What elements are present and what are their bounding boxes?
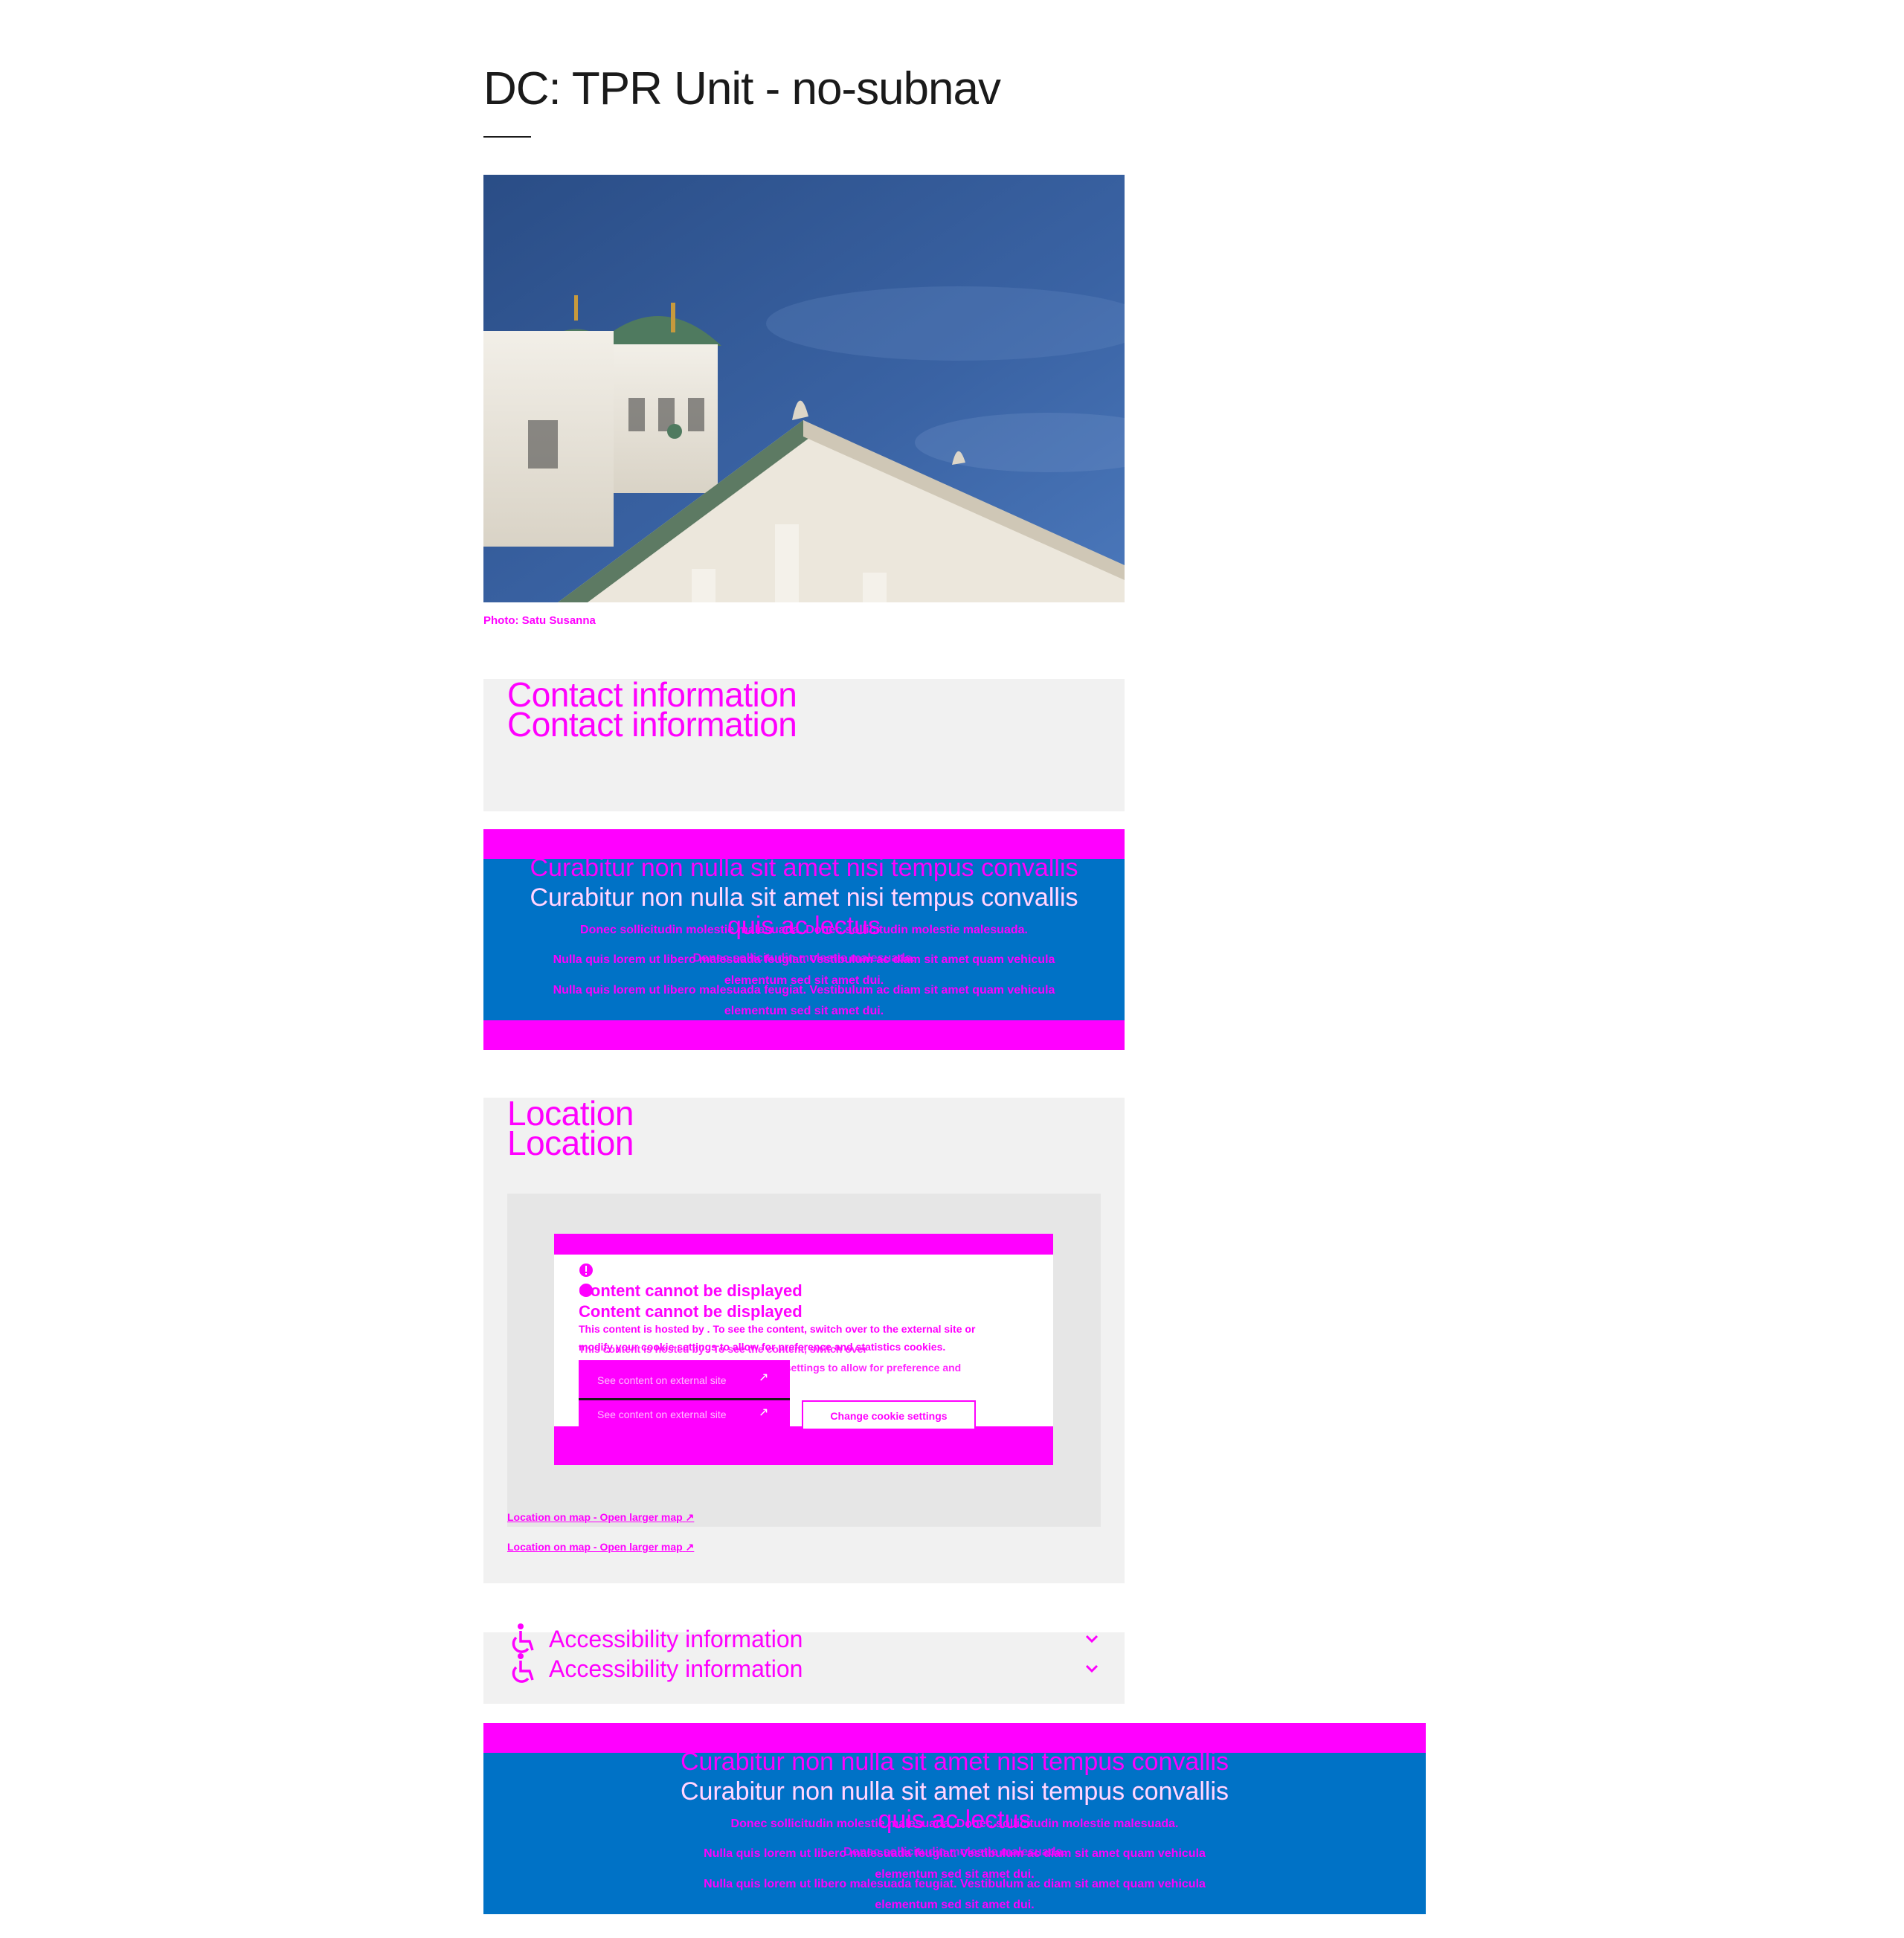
accessibility-toggle[interactable]: Accessibility information	[506, 1623, 1101, 1654]
info-banner-wide: Curabitur non nulla sit amet nisi tempus…	[483, 1723, 1426, 1914]
info-banner: Curabitur non nulla sit amet nisi tempus…	[483, 829, 1125, 1050]
contact-information-panel: Contact information Contact information	[483, 677, 1125, 811]
banner-heading: Curabitur non nulla sit amet nisi tempus…	[530, 854, 1078, 882]
cookie-consent-box: Content cannot be displayed Content cann…	[554, 1234, 1053, 1465]
consent-title-duplicate: Content cannot be displayed	[579, 1302, 803, 1321]
contact-heading-duplicate: Contact information	[507, 705, 797, 744]
banner-paragraph-1: Donec sollicitudin molestie malesuada. D…	[580, 924, 1028, 936]
external-site-button-duplicate[interactable]: See content on external site ↗	[579, 1400, 790, 1430]
external-site-button-label: See content on external site	[597, 1374, 727, 1386]
banner-overlay-short: Donec sollicitudin molestie malesuada.	[692, 952, 916, 965]
map-link[interactable]: Location on map - Open larger map ↗	[507, 1511, 694, 1524]
page-title: DC: TPR Unit - no-subnav	[483, 63, 1001, 115]
external-link-icon: ↗	[759, 1371, 769, 1384]
chevron-down-icon	[1085, 1635, 1099, 1644]
banner-wide-paragraph-2-end-duplicate: elementum sed sit amet dui.	[875, 1899, 1035, 1911]
banner-wide-heading: Curabitur non nulla sit amet nisi tempus…	[680, 1748, 1229, 1776]
banner-wide-overlay-short: Donec sollicitudin molestie malesuada.	[843, 1846, 1066, 1858]
consent-bottom-band	[554, 1426, 1053, 1465]
title-underline	[483, 136, 531, 138]
external-link-icon: ↗	[685, 1541, 695, 1553]
consent-text-1: This content is hosted by . To see the c…	[579, 1323, 976, 1335]
banner-wide-heading-overlay: Curabitur non nulla sit amet nisi tempus…	[680, 1777, 1229, 1806]
change-cookie-settings-button[interactable]: Change cookie settings	[802, 1400, 976, 1430]
external-site-button[interactable]: See content on external site ↗	[579, 1360, 790, 1400]
banner-bottom-band	[483, 1020, 1125, 1050]
photo-caption: Photo: Satu Susanna	[483, 614, 596, 627]
hero-image	[483, 175, 1125, 602]
external-link-icon: ↗	[685, 1511, 695, 1523]
map-link-label: Location on map - Open larger map	[507, 1511, 683, 1523]
accessibility-label-duplicate: Accessibility information	[549, 1655, 803, 1682]
map-link-duplicate[interactable]: Location on map - Open larger map ↗	[507, 1541, 694, 1554]
consent-text-alt-1: This content is hosted by . To see the c…	[579, 1343, 867, 1355]
map-link-label-duplicate: Location on map - Open larger map	[507, 1541, 683, 1553]
external-link-icon-duplicate: ↗	[759, 1406, 769, 1419]
consent-top-band	[554, 1234, 1053, 1255]
wheelchair-icon	[512, 1653, 534, 1683]
alert-icon	[579, 1263, 593, 1277]
banner-wide-paragraph-2-duplicate: Nulla quis lorem ut libero malesuada feu…	[704, 1878, 1206, 1890]
chevron-down-icon	[1085, 1664, 1099, 1673]
banner-heading-overlay: Curabitur non nulla sit amet nisi tempus…	[530, 883, 1078, 912]
accessibility-label: Accessibility information	[549, 1626, 803, 1652]
external-site-button-label-duplicate: See content on external site	[597, 1409, 727, 1420]
location-heading-duplicate: Location	[507, 1124, 634, 1162]
consent-title: Content cannot be displayed	[579, 1281, 803, 1300]
banner-paragraph-2-duplicate: Nulla quis lorem ut libero malesuada feu…	[553, 984, 1055, 997]
banner-wide-paragraph-1: Donec sollicitudin molestie malesuada. D…	[730, 1818, 1179, 1830]
banner-paragraph-2-end-duplicate: elementum sed sit amet dui.	[724, 1005, 884, 1017]
accessibility-toggle-duplicate[interactable]: Accessibility information	[506, 1653, 1101, 1684]
